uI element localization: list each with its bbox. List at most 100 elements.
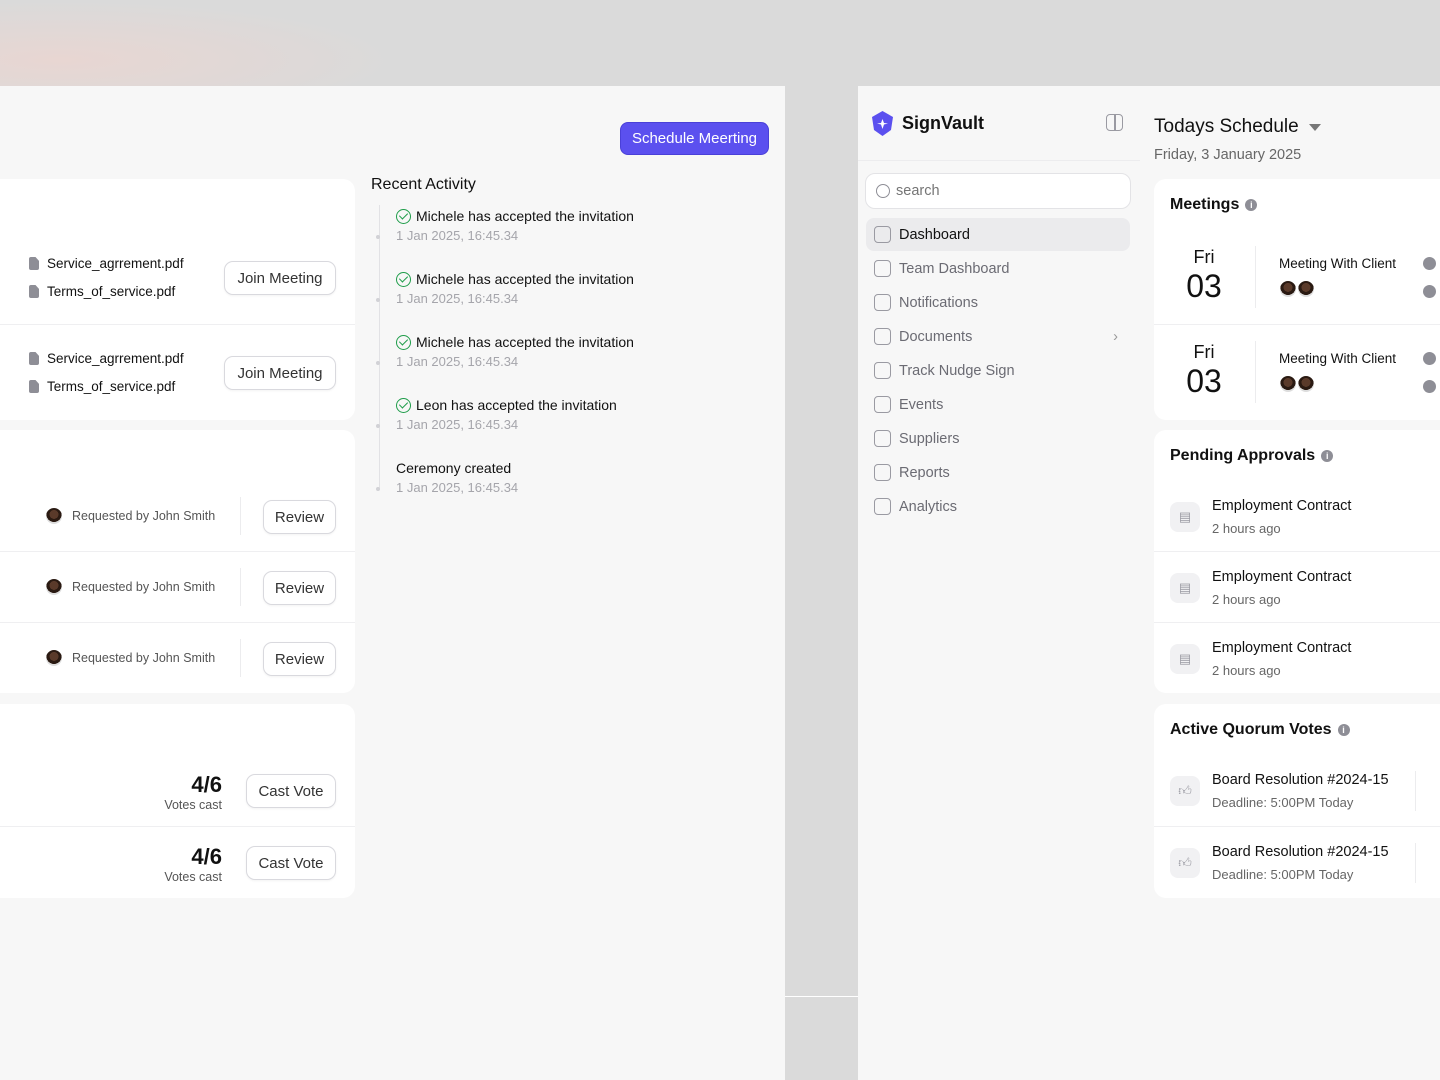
sidebar-item-documents[interactable]: Documents › <box>866 320 1130 353</box>
review-button[interactable]: Review <box>263 500 336 534</box>
activity-text: Ceremony created <box>396 460 512 476</box>
divider <box>1154 324 1440 325</box>
events-icon <box>874 396 891 413</box>
meetings-title-text: Meetings <box>1170 196 1240 213</box>
cast-vote-button[interactable]: Cast Vote <box>246 846 336 880</box>
approval-time: 2 hours ago <box>1212 592 1281 607</box>
activity-time: 1 Jan 2025, 16:45.34 <box>396 480 519 495</box>
recent-activity-title: Recent Activity <box>371 176 476 193</box>
divider <box>240 568 241 606</box>
timeline-dot <box>376 487 380 491</box>
join-meeting-button[interactable]: Join Meeting <box>224 261 336 295</box>
sidebar-item-events[interactable]: Events <box>866 388 1130 421</box>
timeline-dot <box>376 235 380 239</box>
document-icon: ▤ <box>1170 502 1200 532</box>
timeline-dot <box>376 361 380 365</box>
activity-text: Michele has accepted the invitation <box>416 208 634 224</box>
requested-by: Requested by John Smith <box>72 651 216 665</box>
file-icon <box>29 352 39 365</box>
meetings-card: Service_agrrement.pdf Terms_of_service.p… <box>0 179 355 420</box>
meetings-title: Meetings i <box>1170 196 1258 214</box>
sidebar-item-reports[interactable]: Reports <box>866 456 1130 489</box>
bell-icon <box>874 294 891 311</box>
meetings-panel: Meetings i Fri 03 Meeting With Client Fri 0… <box>1154 179 1440 420</box>
votes-card: 4/6 Votes cast Cast Vote 4/6 Votes cast Ca… <box>0 704 355 898</box>
sidebar-item-team-dashboard[interactable]: Team Dashboard <box>866 252 1130 285</box>
attendees <box>1280 376 1314 392</box>
approvals-title-text: Pending Approvals <box>1170 447 1316 464</box>
votes-title: Active Quorum Votes i <box>1170 721 1350 739</box>
activity-item: Michele has accepted the invitation 1 Ja… <box>376 271 634 306</box>
search-field[interactable] <box>896 183 1096 199</box>
check-circle-icon <box>396 208 411 224</box>
file-icon <box>29 285 39 298</box>
vote-count-label: Votes cast <box>164 798 222 812</box>
meeting-day: Fri <box>1193 247 1215 267</box>
schedule-meeting-button[interactable]: Schedule Meerting <box>620 122 769 155</box>
review-button[interactable]: Review <box>263 642 336 676</box>
track-icon <box>874 362 891 379</box>
file-icon <box>29 380 39 393</box>
divider <box>1255 341 1256 403</box>
file-item[interactable]: Service_agrrement.pdf <box>29 351 184 366</box>
sidebar-item-label: Reports <box>899 464 950 481</box>
approval-title[interactable]: Employment Contract <box>1212 640 1351 656</box>
vote-title[interactable]: Board Resolution #2024-15 <box>1212 772 1389 788</box>
divider <box>0 551 355 552</box>
attendees <box>1280 281 1314 297</box>
divider <box>240 497 241 535</box>
join-meeting-button[interactable]: Join Meeting <box>224 356 336 390</box>
schedule-dropdown[interactable]: Todays Schedule <box>1154 116 1321 138</box>
schedule-title: Todays Schedule <box>1154 116 1299 137</box>
sidebar-item-label: Track Nudge Sign <box>899 362 1015 379</box>
file-name: Terms_of_service.pdf <box>47 379 176 394</box>
activity-item: Leon has accepted the invitation 1 Jan 2… <box>376 397 617 432</box>
sidebar-item-notifications[interactable]: Notifications <box>866 286 1130 319</box>
sidebar-toggle-icon[interactable] <box>1106 114 1123 131</box>
meeting-title[interactable]: Meeting With Client <box>1279 256 1396 271</box>
vote-count-label: Votes cast <box>164 870 222 884</box>
requested-by: Requested by John Smith <box>72 580 216 594</box>
file-item[interactable]: Service_agrrement.pdf <box>29 256 184 271</box>
sidebar-item-label: Suppliers <box>899 430 960 447</box>
activity-item: Ceremony created 1 Jan 2025, 16:45.34 <box>376 460 519 495</box>
sidebar-item-label: Documents <box>899 328 973 345</box>
sidebar-item-suppliers[interactable]: Suppliers <box>866 422 1130 455</box>
meeting-date: Fri 03 <box>1154 247 1254 304</box>
sidebar-item-analytics[interactable]: Analytics <box>866 490 1130 523</box>
cast-vote-button[interactable]: Cast Vote <box>246 774 336 808</box>
review-button[interactable]: Review <box>263 571 336 605</box>
document-icon: ▤ <box>1170 644 1200 674</box>
requester: Requested by John Smith <box>46 650 215 666</box>
thumbs-up-icon: 👍︎ <box>1170 776 1200 806</box>
activity-text: Michele has accepted the invitation <box>416 271 634 287</box>
meeting-day: Fri <box>1193 342 1215 362</box>
divider <box>240 639 241 677</box>
file-item[interactable]: Terms_of_service.pdf <box>29 284 175 299</box>
vote-title[interactable]: Board Resolution #2024-15 <box>1212 844 1389 860</box>
approval-title[interactable]: Employment Contract <box>1212 569 1351 585</box>
file-name: Terms_of_service.pdf <box>47 284 176 299</box>
document-icon <box>874 328 891 345</box>
requested-by: Requested by John Smith <box>72 509 216 523</box>
info-icon[interactable]: i <box>1321 449 1334 462</box>
search-input[interactable] <box>865 173 1131 209</box>
info-icon[interactable]: i <box>1337 723 1350 736</box>
meeting-date-number: 03 <box>1186 363 1222 399</box>
sidebar-item-label: Events <box>899 396 944 413</box>
file-item[interactable]: Terms_of_service.pdf <box>29 379 175 394</box>
clock-icon <box>1423 257 1436 270</box>
approval-title[interactable]: Employment Contract <box>1212 498 1351 514</box>
timeline-line <box>379 205 380 490</box>
analytics-icon <box>874 498 891 515</box>
sidebar-item-track-nudge-sign[interactable]: Track Nudge Sign <box>866 354 1130 387</box>
meeting-date: Fri 03 <box>1154 342 1254 399</box>
meeting-title[interactable]: Meeting With Client <box>1279 351 1396 366</box>
divider <box>1154 826 1440 827</box>
requester: Requested by John Smith <box>46 579 215 595</box>
info-icon[interactable]: i <box>1245 198 1258 211</box>
vote-count-value: 4/6 <box>191 844 222 869</box>
vote-deadline: Deadline: 5:00PM Today <box>1212 867 1354 882</box>
approvals-card: Requested by John Smith Review Requested… <box>0 430 355 693</box>
sidebar-item-dashboard[interactable]: Dashboard <box>866 218 1130 251</box>
